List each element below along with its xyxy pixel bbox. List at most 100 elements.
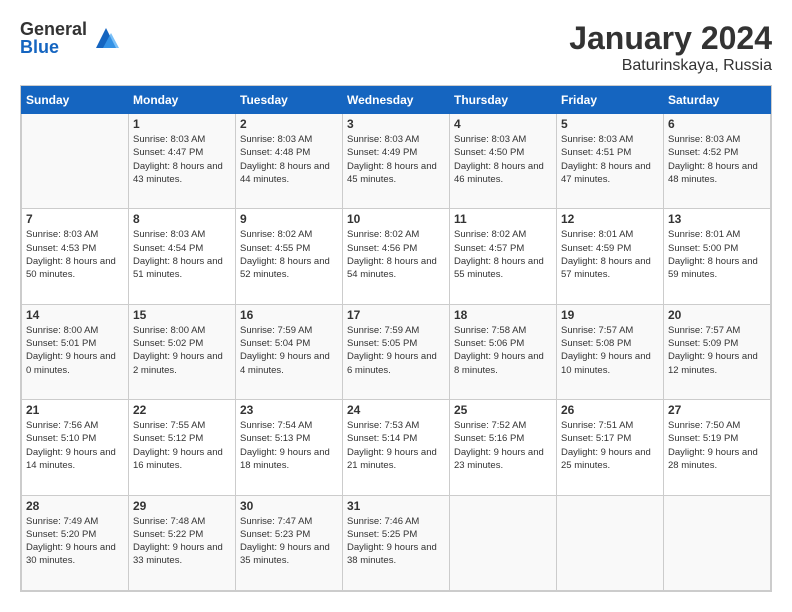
day-cell: 18 Sunrise: 7:58 AMSunset: 5:06 PMDaylig… — [450, 304, 557, 399]
day-cell — [22, 114, 129, 209]
day-number: 26 — [561, 403, 659, 417]
day-number: 23 — [240, 403, 338, 417]
day-info: Sunrise: 8:02 AMSunset: 4:57 PMDaylight:… — [454, 228, 552, 281]
day-cell: 22 Sunrise: 7:55 AMSunset: 5:12 PMDaylig… — [129, 400, 236, 495]
page: General Blue January 2024 Baturinskaya, … — [0, 0, 792, 612]
day-cell: 9 Sunrise: 8:02 AMSunset: 4:55 PMDayligh… — [236, 209, 343, 304]
day-cell: 13 Sunrise: 8:01 AMSunset: 5:00 PMDaylig… — [664, 209, 771, 304]
day-number: 3 — [347, 117, 445, 131]
day-number: 10 — [347, 212, 445, 226]
day-info: Sunrise: 7:56 AMSunset: 5:10 PMDaylight:… — [26, 419, 124, 472]
day-header-sunday: Sunday — [22, 87, 129, 114]
day-info: Sunrise: 7:52 AMSunset: 5:16 PMDaylight:… — [454, 419, 552, 472]
day-cell: 25 Sunrise: 7:52 AMSunset: 5:16 PMDaylig… — [450, 400, 557, 495]
day-info: Sunrise: 7:46 AMSunset: 5:25 PMDaylight:… — [347, 515, 445, 568]
day-info: Sunrise: 7:58 AMSunset: 5:06 PMDaylight:… — [454, 324, 552, 377]
header-row: SundayMondayTuesdayWednesdayThursdayFrid… — [22, 87, 771, 114]
day-cell: 14 Sunrise: 8:00 AMSunset: 5:01 PMDaylig… — [22, 304, 129, 399]
day-header-tuesday: Tuesday — [236, 87, 343, 114]
day-info: Sunrise: 8:03 AMSunset: 4:51 PMDaylight:… — [561, 133, 659, 186]
day-number: 11 — [454, 212, 552, 226]
day-number: 12 — [561, 212, 659, 226]
day-info: Sunrise: 8:03 AMSunset: 4:54 PMDaylight:… — [133, 228, 231, 281]
header: General Blue January 2024 Baturinskaya, … — [20, 20, 772, 75]
week-row-5: 28 Sunrise: 7:49 AMSunset: 5:20 PMDaylig… — [22, 495, 771, 590]
day-cell: 6 Sunrise: 8:03 AMSunset: 4:52 PMDayligh… — [664, 114, 771, 209]
calendar: SundayMondayTuesdayWednesdayThursdayFrid… — [20, 85, 772, 592]
day-number: 22 — [133, 403, 231, 417]
day-number: 18 — [454, 308, 552, 322]
day-number: 28 — [26, 499, 124, 513]
day-cell: 12 Sunrise: 8:01 AMSunset: 4:59 PMDaylig… — [557, 209, 664, 304]
day-cell: 30 Sunrise: 7:47 AMSunset: 5:23 PMDaylig… — [236, 495, 343, 590]
day-info: Sunrise: 7:59 AMSunset: 5:05 PMDaylight:… — [347, 324, 445, 377]
day-header-thursday: Thursday — [450, 87, 557, 114]
day-info: Sunrise: 7:55 AMSunset: 5:12 PMDaylight:… — [133, 419, 231, 472]
day-info: Sunrise: 8:00 AMSunset: 5:02 PMDaylight:… — [133, 324, 231, 377]
day-cell — [450, 495, 557, 590]
logo-blue: Blue — [20, 38, 87, 56]
week-row-4: 21 Sunrise: 7:56 AMSunset: 5:10 PMDaylig… — [22, 400, 771, 495]
day-info: Sunrise: 7:57 AMSunset: 5:08 PMDaylight:… — [561, 324, 659, 377]
day-info: Sunrise: 8:02 AMSunset: 4:55 PMDaylight:… — [240, 228, 338, 281]
day-cell: 11 Sunrise: 8:02 AMSunset: 4:57 PMDaylig… — [450, 209, 557, 304]
day-number: 24 — [347, 403, 445, 417]
day-cell: 17 Sunrise: 7:59 AMSunset: 5:05 PMDaylig… — [343, 304, 450, 399]
day-info: Sunrise: 8:03 AMSunset: 4:50 PMDaylight:… — [454, 133, 552, 186]
day-number: 21 — [26, 403, 124, 417]
logo: General Blue — [20, 20, 121, 56]
day-info: Sunrise: 8:02 AMSunset: 4:56 PMDaylight:… — [347, 228, 445, 281]
day-cell: 1 Sunrise: 8:03 AMSunset: 4:47 PMDayligh… — [129, 114, 236, 209]
day-number: 5 — [561, 117, 659, 131]
location: Baturinskaya, Russia — [569, 57, 772, 75]
day-cell — [664, 495, 771, 590]
day-number: 8 — [133, 212, 231, 226]
day-number: 7 — [26, 212, 124, 226]
week-row-3: 14 Sunrise: 8:00 AMSunset: 5:01 PMDaylig… — [22, 304, 771, 399]
day-number: 17 — [347, 308, 445, 322]
day-number: 1 — [133, 117, 231, 131]
day-number: 15 — [133, 308, 231, 322]
day-header-monday: Monday — [129, 87, 236, 114]
day-cell: 7 Sunrise: 8:03 AMSunset: 4:53 PMDayligh… — [22, 209, 129, 304]
day-number: 29 — [133, 499, 231, 513]
calendar-table: SundayMondayTuesdayWednesdayThursdayFrid… — [21, 86, 771, 591]
day-number: 20 — [668, 308, 766, 322]
day-info: Sunrise: 8:03 AMSunset: 4:53 PMDaylight:… — [26, 228, 124, 281]
day-number: 2 — [240, 117, 338, 131]
month-title: January 2024 — [569, 20, 772, 57]
day-cell: 28 Sunrise: 7:49 AMSunset: 5:20 PMDaylig… — [22, 495, 129, 590]
day-number: 4 — [454, 117, 552, 131]
day-number: 9 — [240, 212, 338, 226]
day-header-wednesday: Wednesday — [343, 87, 450, 114]
day-cell: 20 Sunrise: 7:57 AMSunset: 5:09 PMDaylig… — [664, 304, 771, 399]
day-number: 25 — [454, 403, 552, 417]
day-cell: 19 Sunrise: 7:57 AMSunset: 5:08 PMDaylig… — [557, 304, 664, 399]
day-info: Sunrise: 7:53 AMSunset: 5:14 PMDaylight:… — [347, 419, 445, 472]
day-info: Sunrise: 8:00 AMSunset: 5:01 PMDaylight:… — [26, 324, 124, 377]
day-cell: 24 Sunrise: 7:53 AMSunset: 5:14 PMDaylig… — [343, 400, 450, 495]
day-header-friday: Friday — [557, 87, 664, 114]
day-cell: 4 Sunrise: 8:03 AMSunset: 4:50 PMDayligh… — [450, 114, 557, 209]
day-number: 19 — [561, 308, 659, 322]
day-cell: 23 Sunrise: 7:54 AMSunset: 5:13 PMDaylig… — [236, 400, 343, 495]
day-number: 16 — [240, 308, 338, 322]
day-cell: 5 Sunrise: 8:03 AMSunset: 4:51 PMDayligh… — [557, 114, 664, 209]
day-info: Sunrise: 7:49 AMSunset: 5:20 PMDaylight:… — [26, 515, 124, 568]
day-cell: 2 Sunrise: 8:03 AMSunset: 4:48 PMDayligh… — [236, 114, 343, 209]
day-cell: 29 Sunrise: 7:48 AMSunset: 5:22 PMDaylig… — [129, 495, 236, 590]
logo-icon — [91, 23, 121, 53]
day-cell: 16 Sunrise: 7:59 AMSunset: 5:04 PMDaylig… — [236, 304, 343, 399]
day-cell: 27 Sunrise: 7:50 AMSunset: 5:19 PMDaylig… — [664, 400, 771, 495]
day-cell: 3 Sunrise: 8:03 AMSunset: 4:49 PMDayligh… — [343, 114, 450, 209]
day-number: 31 — [347, 499, 445, 513]
logo-text: General Blue — [20, 20, 87, 56]
day-info: Sunrise: 8:01 AMSunset: 4:59 PMDaylight:… — [561, 228, 659, 281]
day-number: 13 — [668, 212, 766, 226]
day-info: Sunrise: 8:03 AMSunset: 4:48 PMDaylight:… — [240, 133, 338, 186]
day-info: Sunrise: 7:54 AMSunset: 5:13 PMDaylight:… — [240, 419, 338, 472]
logo-general: General — [20, 20, 87, 38]
day-info: Sunrise: 7:50 AMSunset: 5:19 PMDaylight:… — [668, 419, 766, 472]
day-cell — [557, 495, 664, 590]
day-info: Sunrise: 8:03 AMSunset: 4:52 PMDaylight:… — [668, 133, 766, 186]
